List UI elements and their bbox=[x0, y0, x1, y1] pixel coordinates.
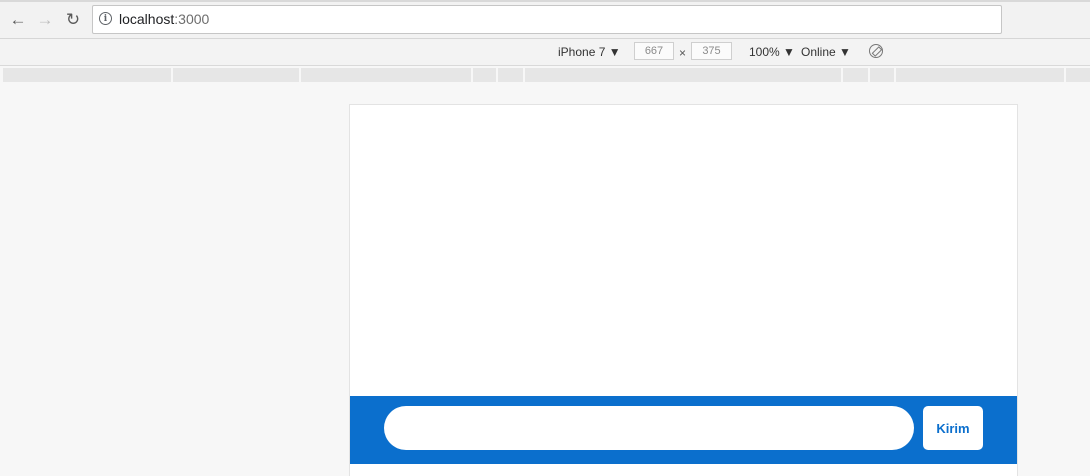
network-dropdown-icon: ▼ bbox=[839, 45, 851, 59]
zoom-select[interactable]: 100% ▼ bbox=[749, 45, 795, 59]
device-dropdown-icon: ▼ bbox=[608, 45, 621, 59]
device-viewport: Kirim bbox=[349, 104, 1018, 476]
media-query-segment[interactable] bbox=[1066, 68, 1090, 82]
back-button[interactable]: ← bbox=[7, 9, 29, 31]
device-name: iPhone 7 bbox=[558, 45, 606, 59]
address-bar[interactable]: i localhost:3000 bbox=[92, 5, 1002, 34]
url-host: localhost bbox=[119, 11, 175, 27]
site-info-icon[interactable]: i bbox=[99, 12, 112, 25]
network-select[interactable]: Online ▼ bbox=[801, 45, 851, 59]
network-value: Online bbox=[801, 45, 836, 59]
media-query-segment[interactable] bbox=[473, 68, 496, 82]
forward-button[interactable]: → bbox=[34, 9, 56, 31]
forward-arrow-icon: → bbox=[36, 10, 54, 29]
browser-toolbar: ← → ↻ i localhost:3000 bbox=[0, 2, 1090, 39]
media-query-segment[interactable] bbox=[173, 68, 299, 82]
message-bar: Kirim bbox=[350, 396, 1017, 464]
media-query-segment[interactable] bbox=[301, 68, 471, 82]
url-text: localhost:3000 bbox=[119, 11, 209, 27]
url-port: :3000 bbox=[174, 11, 210, 27]
media-query-segment[interactable] bbox=[498, 68, 523, 82]
send-button[interactable]: Kirim bbox=[923, 406, 983, 450]
device-select[interactable]: iPhone 7 ▼ bbox=[558, 45, 621, 59]
dimension-separator: × bbox=[679, 46, 687, 60]
rotate-icon[interactable] bbox=[869, 44, 883, 58]
media-query-segment[interactable] bbox=[870, 68, 894, 82]
media-query-segment[interactable] bbox=[525, 68, 841, 82]
width-input[interactable]: 667 bbox=[634, 42, 674, 60]
zoom-dropdown-icon: ▼ bbox=[783, 45, 795, 59]
height-input[interactable]: 375 bbox=[691, 42, 732, 60]
message-input[interactable] bbox=[384, 406, 914, 450]
media-query-segment[interactable] bbox=[843, 68, 868, 82]
media-query-segment[interactable] bbox=[896, 68, 1064, 82]
reload-button[interactable]: ↻ bbox=[62, 9, 84, 31]
device-toolbar: iPhone 7 ▼ 667 × 375 100% ▼ Online ▼ bbox=[0, 39, 1090, 66]
reload-icon: ↻ bbox=[65, 10, 81, 29]
back-arrow-icon: ← bbox=[9, 10, 27, 29]
media-query-segment[interactable] bbox=[3, 68, 171, 82]
zoom-value: 100% bbox=[749, 45, 780, 59]
media-query-bar bbox=[0, 66, 1090, 84]
